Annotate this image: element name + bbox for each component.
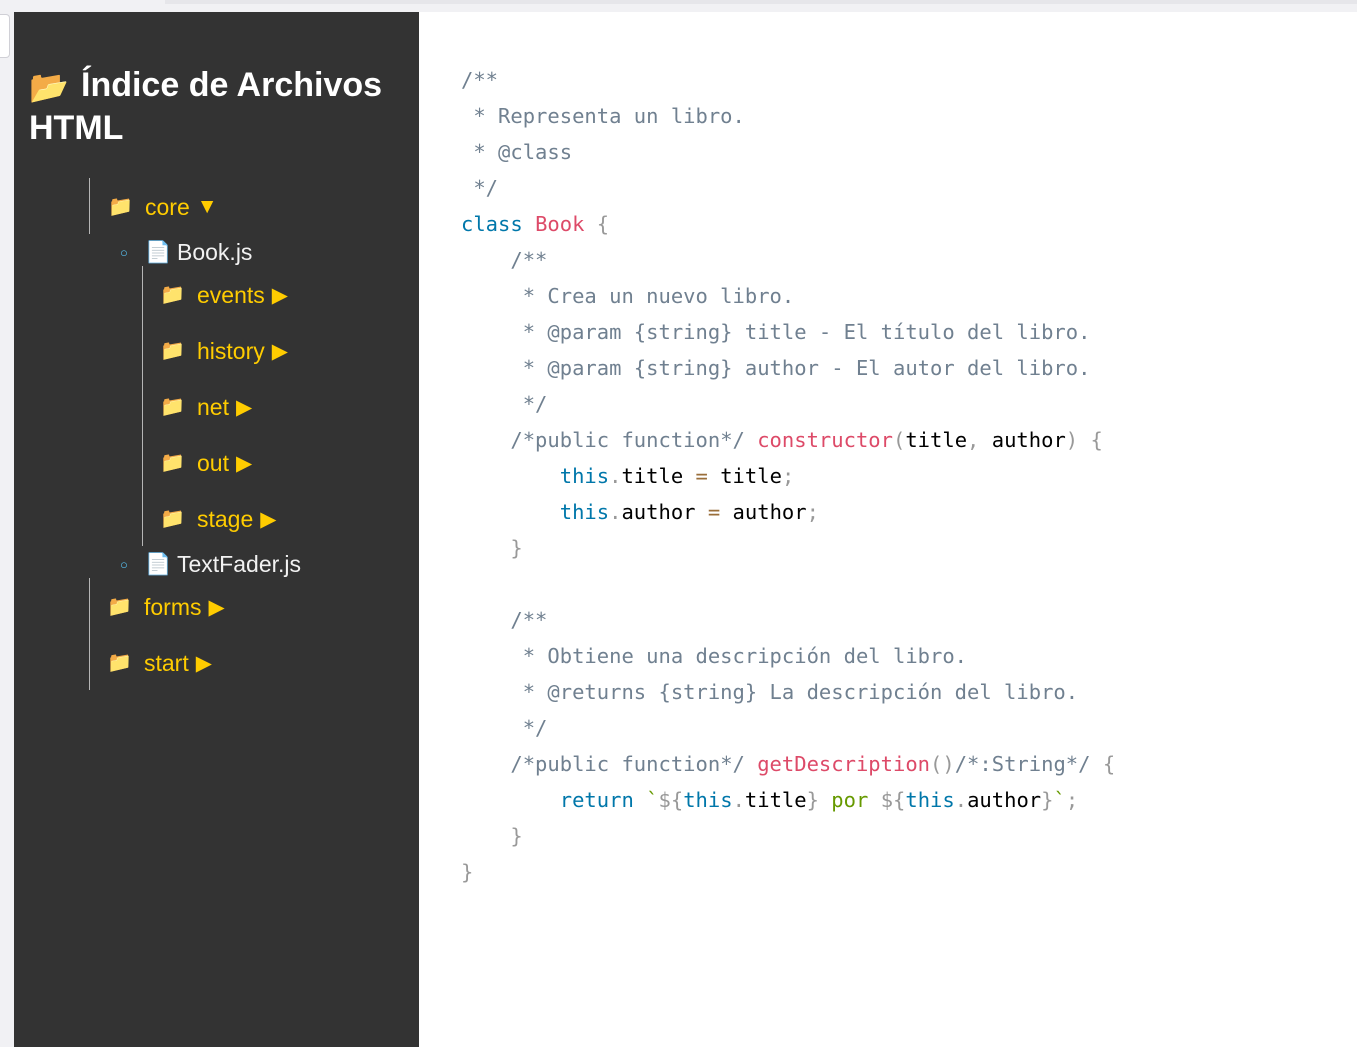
circle-bullet-icon: ○	[120, 556, 128, 572]
tree-folder-events[interactable]: 📁 events ▶	[160, 279, 288, 311]
code-block[interactable]: /** * Representa un libro. * @class */ c…	[461, 62, 1115, 890]
tree-guide-line-root	[89, 178, 90, 234]
tree-guide-line-core	[142, 266, 143, 546]
open-folder-icon: 📂	[29, 69, 69, 105]
folder-icon: 📁	[107, 596, 132, 618]
collapsed-arrow-icon[interactable]: ▶	[209, 595, 225, 620]
tree-guide-line-root-lower	[89, 578, 90, 690]
collapsed-arrow-icon[interactable]: ▶	[236, 451, 252, 476]
folder-icon: 📁	[108, 196, 133, 218]
tree-folder-stage[interactable]: 📁 stage ▶	[160, 503, 276, 535]
folder-icon: 📁	[160, 284, 185, 306]
collapsed-arrow-icon[interactable]: ▶	[272, 283, 288, 308]
tree-folder-core[interactable]: 📁 core ▼	[108, 191, 218, 223]
top-strip-divider	[165, 0, 1357, 4]
tree-file-label: Book.js	[177, 238, 253, 265]
collapsed-arrow-icon[interactable]: ▶	[272, 339, 288, 364]
collapse-handle[interactable]	[0, 14, 10, 58]
tree-folder-label: start	[144, 649, 189, 676]
tree-folder-forms[interactable]: 📁 forms ▶	[107, 591, 225, 623]
tree-folder-label: events	[197, 281, 265, 308]
circle-bullet-icon: ○	[120, 244, 128, 260]
tree-folder-net[interactable]: 📁 net ▶	[160, 391, 252, 423]
tree-folder-label: core	[145, 193, 190, 220]
tree-folder-label: net	[197, 393, 229, 420]
tree-file-book-js[interactable]: ○ 📄 Book.js	[120, 236, 252, 268]
tree-folder-out[interactable]: 📁 out ▶	[160, 447, 252, 479]
collapsed-arrow-icon[interactable]: ▶	[260, 507, 276, 532]
folder-icon: 📁	[160, 508, 185, 530]
collapsed-arrow-icon[interactable]: ▶	[196, 651, 212, 676]
window-top-strip	[0, 0, 1357, 12]
collapsed-arrow-icon[interactable]: ▶	[236, 395, 252, 420]
tree-file-label: TextFader.js	[177, 550, 301, 577]
tree-folder-label: stage	[197, 505, 254, 532]
folder-icon: 📁	[107, 652, 132, 674]
tree-folder-start[interactable]: 📁 start ▶	[107, 647, 212, 679]
document-icon: 📄	[145, 240, 172, 264]
sidebar-title-text: Índice de Archivos HTML	[29, 66, 383, 147]
tree-folder-history[interactable]: 📁 history ▶	[160, 335, 288, 367]
folder-icon: 📁	[160, 452, 185, 474]
folder-icon: 📁	[160, 340, 185, 362]
sidebar-title: 📂 Índice de Archivos HTML	[29, 64, 409, 150]
tree-folder-label: history	[197, 337, 265, 364]
expanded-arrow-icon[interactable]: ▼	[197, 195, 218, 219]
folder-icon: 📁	[160, 396, 185, 418]
tree-folder-label: out	[197, 449, 229, 476]
tree-file-textfader-js[interactable]: ○ 📄 TextFader.js	[120, 548, 301, 580]
document-icon: 📄	[145, 552, 172, 576]
tree-folder-label: forms	[144, 593, 202, 620]
